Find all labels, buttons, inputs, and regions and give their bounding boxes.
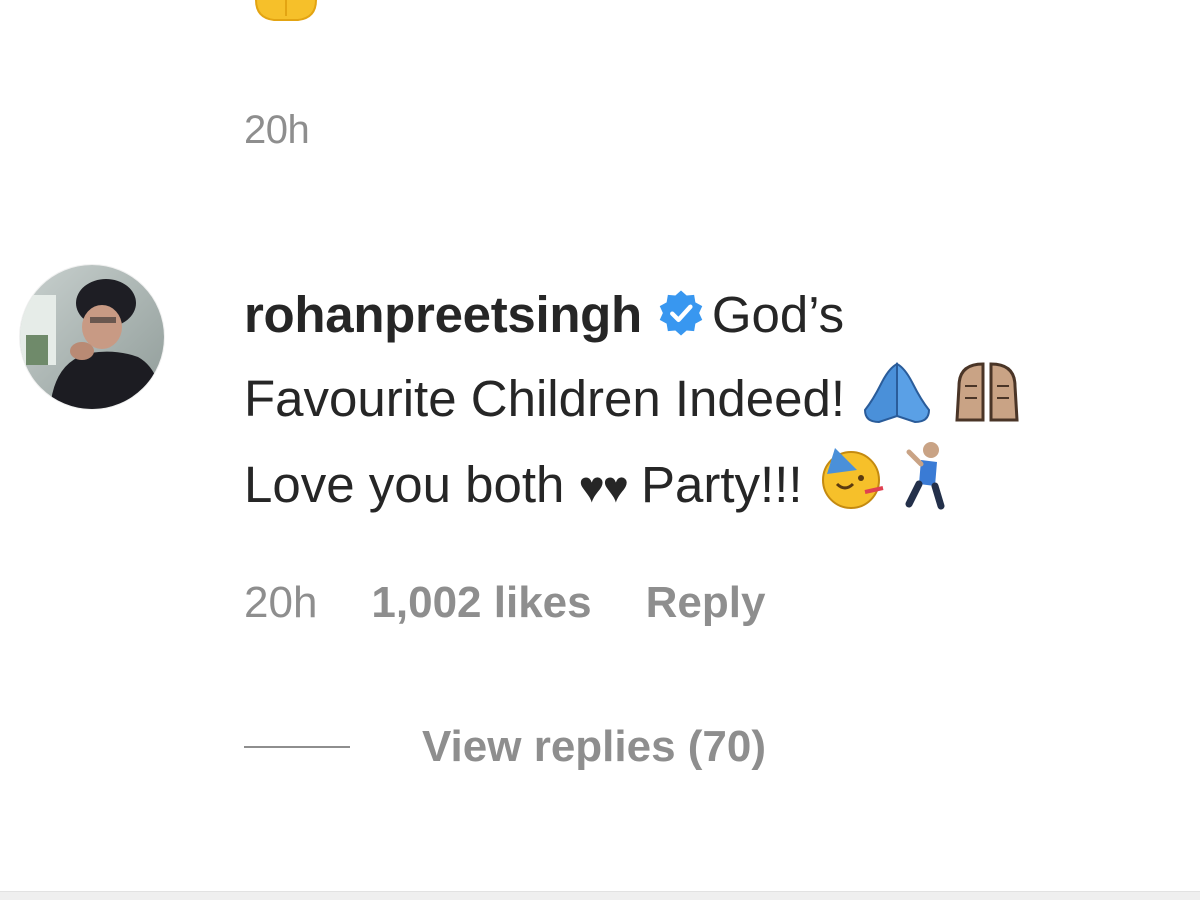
view-replies-label: View replies (70) [422,722,767,771]
hearts-emoji: ♥♥ [578,463,629,512]
divider-line [244,746,350,748]
previous-comment-time: 20h [244,108,310,152]
comment-line-2: Favourite Children Indeed! [244,370,846,427]
comment-line-3b: Party!!! [641,456,803,513]
folded-hands-emoji [255,0,317,21]
raising-hands-emoji [955,362,1019,422]
comment-line-1: God’s [711,286,845,343]
likes-count-button[interactable]: 1,002 likes [371,578,591,628]
verified-badge-icon [659,290,703,336]
folded-hands-emoji [864,362,931,424]
username-link[interactable]: rohanpreetsingh [244,286,642,343]
comment-actions: 20h 1,002 likes Reply [244,578,765,628]
reply-button[interactable]: Reply [646,578,766,628]
avatar[interactable] [20,265,164,409]
comment-time[interactable]: 20h [244,578,317,628]
comment-text: rohanpreetsingh God’s Favourite Children… [244,274,1174,529]
partying-face-emoji [821,448,884,509]
view-replies-button[interactable]: View replies (70) [244,722,766,772]
comment-line-3a: Love you both [244,456,565,513]
bottom-divider [0,891,1200,900]
dancing-man-emoji [905,442,945,510]
